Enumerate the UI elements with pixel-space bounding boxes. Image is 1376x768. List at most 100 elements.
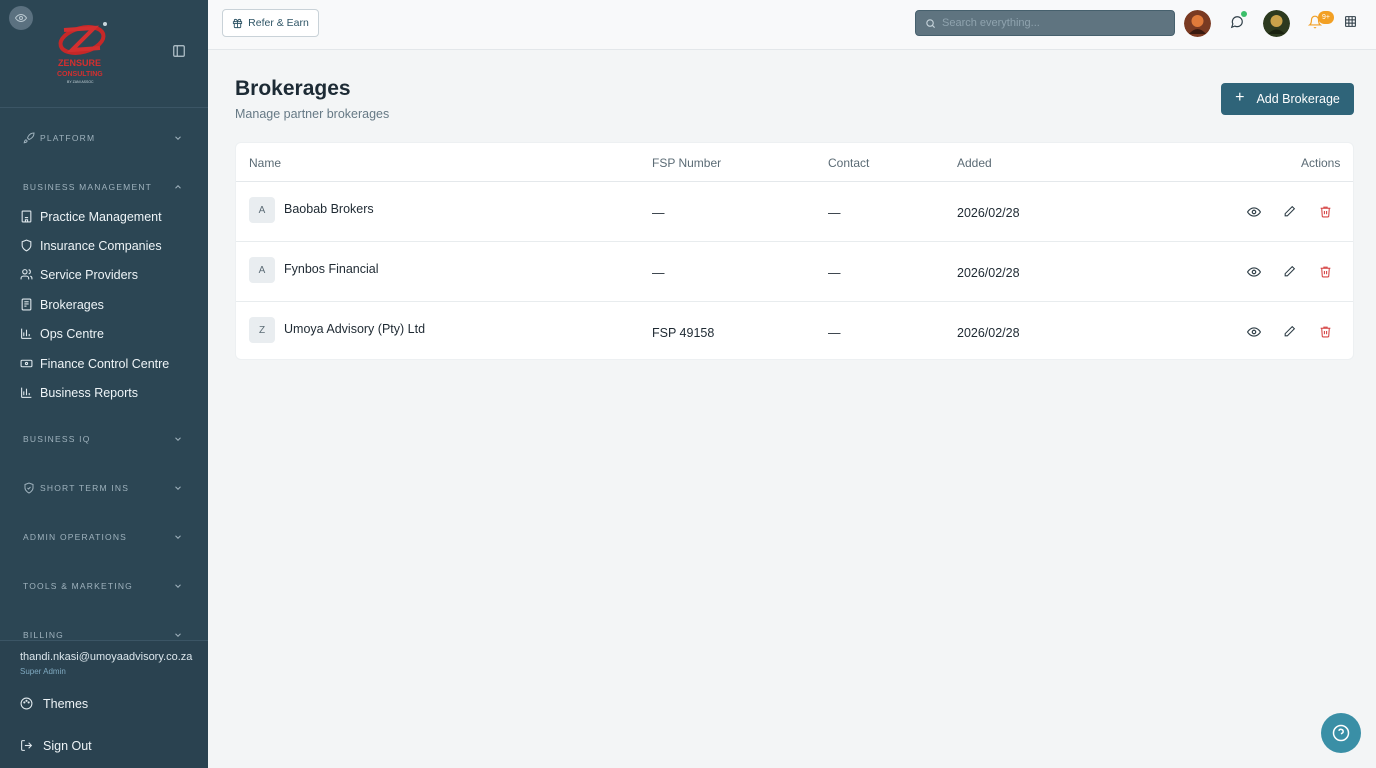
section-admin-operations-label: ADMIN OPERATIONS: [23, 532, 128, 542]
table-row[interactable]: A Baobab Brokers — — 2026/02/28: [236, 183, 1353, 242]
sidebar-collapse-button[interactable]: [172, 44, 188, 60]
section-short-term-ins-label: SHORT TERM INS: [40, 483, 130, 493]
sidebar-item-service-providers[interactable]: Service Providers: [20, 265, 200, 285]
sidebar-item-ops-centre[interactable]: Ops Centre: [20, 324, 200, 344]
sidebar-item-label: Practice Management: [40, 210, 162, 224]
contact: —: [828, 206, 841, 220]
document-icon: [20, 298, 34, 312]
column-header-fsp[interactable]: FSP Number: [652, 156, 721, 170]
sidebar-item-label: Finance Control Centre: [40, 357, 170, 371]
bar-chart-icon: [20, 327, 34, 341]
sign-out-button[interactable]: Sign Out: [20, 739, 92, 753]
user-email: thandi.nkasi@umoyaadvisory.co.za: [20, 651, 193, 663]
sidebar-item-brokerages[interactable]: Brokerages: [20, 295, 200, 315]
svg-text:CONSULTING: CONSULTING: [57, 71, 103, 78]
section-business-iq-label: BUSINESS IQ: [23, 434, 91, 444]
messages-icon[interactable]: [1230, 15, 1246, 31]
plus-icon: +: [1235, 89, 1245, 106]
trash-icon[interactable]: [1319, 205, 1333, 219]
svg-text:ZENSURE: ZENSURE: [58, 58, 101, 68]
chevron-down-icon: [173, 483, 183, 495]
sidebar-item-finance-control-centre[interactable]: Finance Control Centre: [20, 354, 200, 374]
avatar[interactable]: [1184, 10, 1211, 37]
section-business-management-label: BUSINESS MANAGEMENT: [23, 182, 153, 192]
added-date: 2026/02/28: [957, 326, 1020, 340]
messages-indicator: [1241, 11, 1247, 17]
sidebar-item-label: Insurance Companies: [40, 239, 162, 253]
svg-text:BY ZANI ASSOC: BY ZANI ASSOC: [67, 80, 94, 84]
eye-icon: [15, 13, 27, 23]
global-search[interactable]: [915, 10, 1175, 36]
column-header-added[interactable]: Added: [957, 156, 992, 170]
refer-earn-label: Refer & Earn: [248, 17, 309, 29]
view-icon[interactable]: [1247, 205, 1261, 219]
top-bar: Refer & Earn 9+: [208, 0, 1376, 50]
wallet-icon: [20, 357, 34, 371]
section-tools-marketing[interactable]: TOOLS & MARKETING: [23, 579, 191, 593]
gift-icon: [232, 18, 243, 29]
user-role: Super Admin: [20, 667, 66, 676]
sidebar-footer: thandi.nkasi@umoyaadvisory.co.za Super A…: [0, 640, 208, 768]
company-logo: ZENSURE CONSULTING BY ZANI ASSOC: [54, 20, 112, 86]
table-row[interactable]: A Fynbos Financial — — 2026/02/28: [236, 243, 1353, 302]
edit-icon[interactable]: [1283, 205, 1297, 219]
themes-button[interactable]: Themes: [20, 697, 88, 711]
trash-icon[interactable]: [1319, 325, 1333, 339]
contact: —: [828, 266, 841, 280]
view-icon[interactable]: [1247, 265, 1261, 279]
trash-icon[interactable]: [1319, 265, 1333, 279]
section-platform-label: PLATFORM: [40, 133, 96, 143]
fsp-number: —: [652, 206, 665, 220]
themes-label: Themes: [43, 697, 89, 711]
building-icon: [20, 210, 34, 224]
section-business-iq[interactable]: BUSINESS IQ: [23, 432, 191, 446]
section-short-term-ins[interactable]: SHORT TERM INS: [23, 481, 191, 495]
edit-icon[interactable]: [1283, 325, 1297, 339]
page-subtitle: Manage partner brokerages: [235, 107, 390, 121]
shield-icon: [20, 239, 34, 253]
sign-out-label: Sign Out: [43, 739, 92, 753]
chevron-down-icon: [173, 532, 183, 544]
section-platform[interactable]: PLATFORM: [23, 131, 191, 145]
chevron-down-icon: [173, 581, 183, 593]
refer-earn-button[interactable]: Refer & Earn: [222, 9, 319, 37]
users-icon: [20, 268, 34, 282]
brokerages-table: Name FSP Number Contact Added Actions A …: [235, 142, 1354, 360]
palette-icon: [20, 697, 34, 711]
chevron-down-icon: [173, 434, 183, 446]
notification-badge: 9+: [1318, 11, 1334, 24]
brokerage-initial: A: [249, 197, 275, 223]
bar-chart-icon: [20, 386, 34, 400]
panel-left-icon: [173, 45, 185, 57]
edit-icon[interactable]: [1283, 265, 1297, 279]
shield-check-icon: [23, 482, 35, 494]
sidebar-item-label: Business Reports: [40, 386, 138, 400]
brokerage-initial: A: [249, 257, 275, 283]
sidebar-item-practice-management[interactable]: Practice Management: [20, 207, 200, 227]
view-icon[interactable]: [1247, 325, 1261, 339]
user-avatar[interactable]: [1263, 10, 1290, 37]
visibility-toggle[interactable]: [9, 6, 33, 30]
section-billing-label: BILLING: [23, 630, 64, 640]
help-button[interactable]: [1321, 713, 1361, 753]
add-brokerage-button[interactable]: + Add Brokerage: [1221, 83, 1354, 115]
brokerage-initial: Z: [249, 317, 275, 343]
fsp-number: FSP 49158: [652, 326, 715, 340]
section-business-management[interactable]: BUSINESS MANAGEMENT: [23, 180, 191, 194]
column-header-actions: Actions: [1301, 156, 1341, 170]
grid-icon[interactable]: [1344, 15, 1360, 31]
added-date: 2026/02/28: [957, 206, 1020, 220]
table-row[interactable]: Z Umoya Advisory (Pty) Ltd FSP 49158 — 2…: [236, 303, 1353, 362]
table-header: Name FSP Number Contact Added Actions: [236, 143, 1353, 182]
added-date: 2026/02/28: [957, 266, 1020, 280]
help-circle-icon: [1332, 724, 1350, 742]
section-admin-operations[interactable]: ADMIN OPERATIONS: [23, 530, 191, 544]
column-header-contact[interactable]: Contact: [828, 156, 869, 170]
search-input[interactable]: [942, 17, 1174, 29]
sidebar-item-insurance-companies[interactable]: Insurance Companies: [20, 236, 200, 256]
chevron-up-icon: [173, 182, 183, 194]
column-header-name[interactable]: Name: [249, 156, 281, 170]
brokerage-name: Baobab Brokers: [284, 202, 374, 216]
sidebar-item-business-reports[interactable]: Business Reports: [20, 383, 200, 403]
brokerage-name: Umoya Advisory (Pty) Ltd: [284, 322, 426, 336]
